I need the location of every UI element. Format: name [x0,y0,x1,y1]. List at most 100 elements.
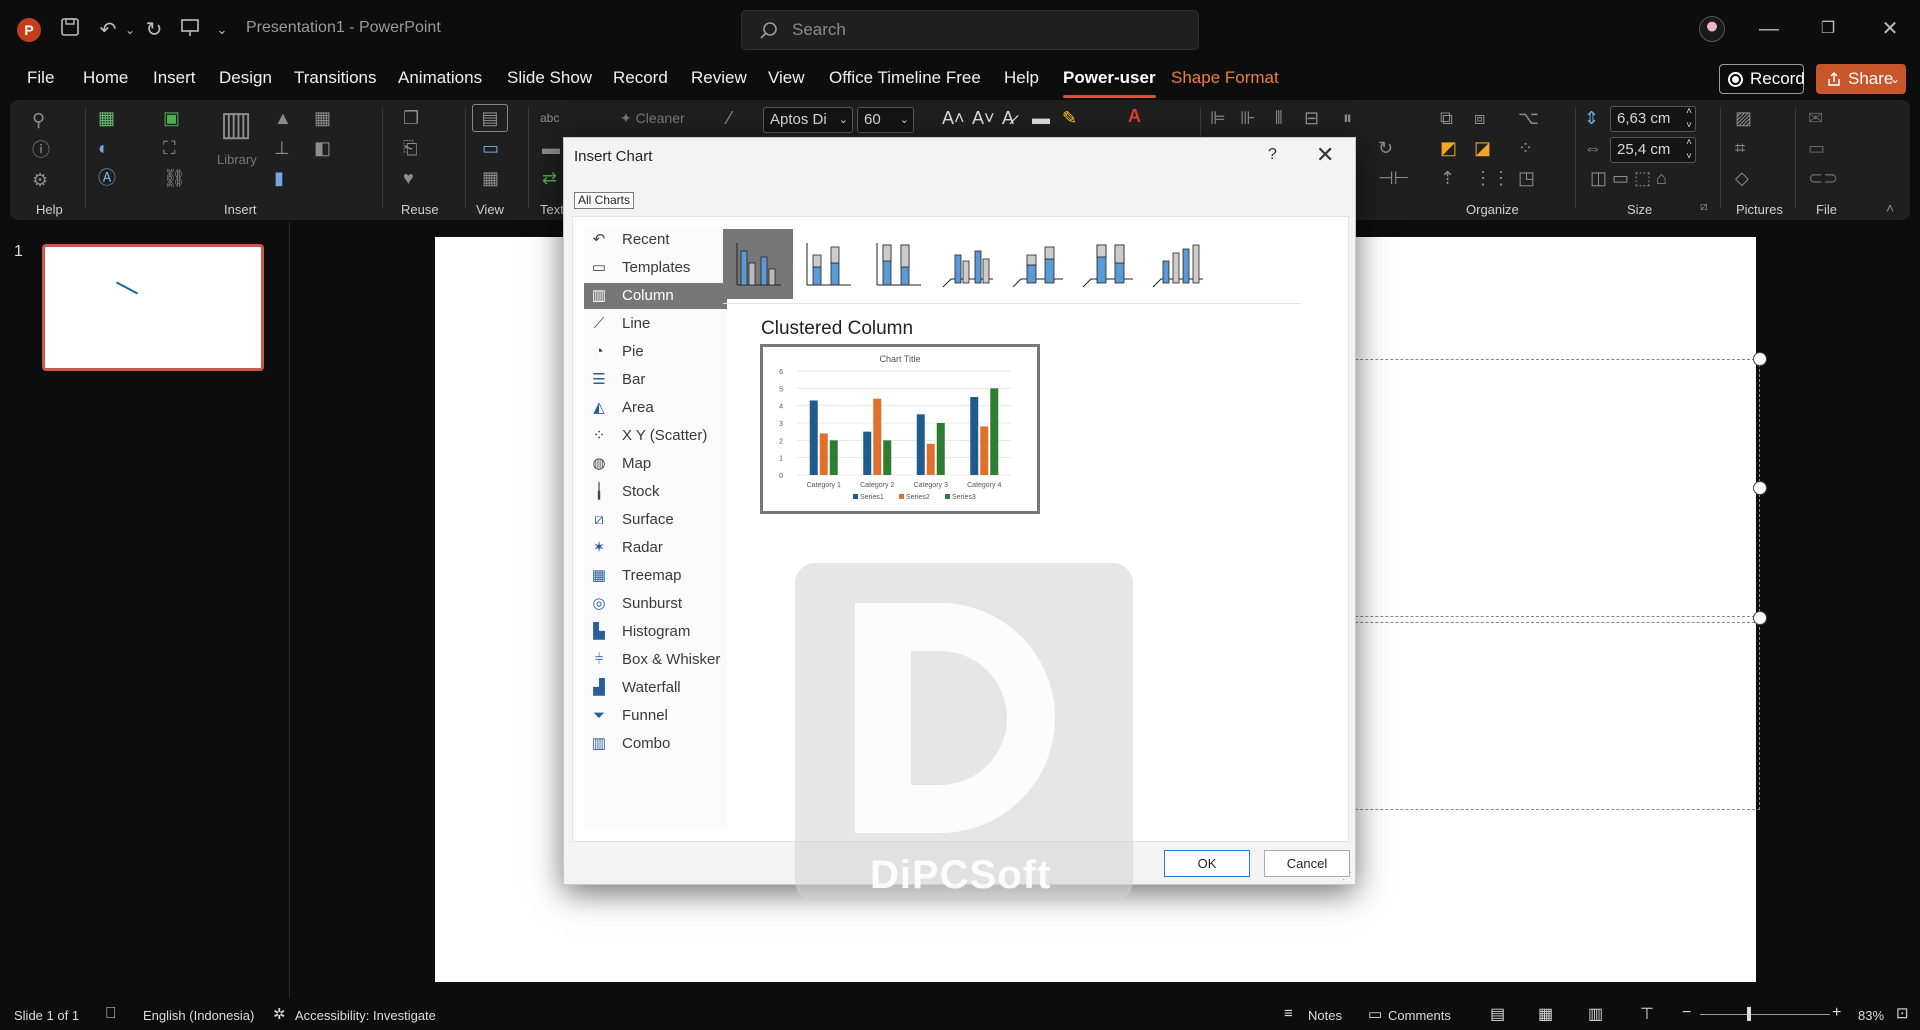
settings-icon[interactable]: ⚙ [32,170,48,190]
normal-view-icon[interactable]: ▤ [1490,1004,1505,1024]
chart-type-box-whisker[interactable]: ⫩ Box & Whisker [584,647,727,673]
rotate-icon[interactable]: ↻ [1378,138,1393,158]
tab-all-charts[interactable]: All Charts [574,192,635,209]
crop-icon[interactable]: ⌗ [1735,138,1745,158]
tab-help[interactable]: Help [1004,68,1039,88]
triangle-icon[interactable]: ▲ [274,108,292,128]
chart-icon[interactable]: ▮ [274,168,284,188]
resize-handle[interactable] [1753,611,1767,625]
zoom-slider-thumb[interactable] [1747,1007,1751,1021]
comments-button[interactable]: Comments [1388,1008,1451,1023]
subtype-stacked-column[interactable] [793,229,863,299]
size-launcher-icon[interactable]: ⧄ [1700,196,1708,216]
folder-icon[interactable]: ▭ [1808,138,1825,158]
tab-view[interactable]: View [768,68,805,88]
tab-review[interactable]: Review [691,68,747,88]
fit-slide-icon[interactable]: ⊡ [1896,1004,1909,1022]
tab-shape-format[interactable]: Shape Format [1171,68,1279,88]
screenshot-icon[interactable]: ⛶ [163,138,176,158]
chart-type-pie[interactable]: ◔ Pie [584,339,727,365]
reuse-slides-icon[interactable]: ❐ [403,108,419,128]
send-backward-icon[interactable]: ◪ [1474,138,1491,158]
tab-home[interactable]: Home [83,68,128,88]
ungroup-icon[interactable]: ⧈ [1474,108,1485,128]
shrink-font-icon[interactable]: A˅ [972,108,995,128]
tab-power-user[interactable]: Power-user [1063,68,1156,98]
chart-type-area[interactable]: ◭ Area [584,395,727,421]
tab-animations[interactable]: Animations [398,68,482,88]
record-button[interactable]: Record [1719,64,1805,94]
slide-view-icon[interactable]: ▭ [482,138,499,158]
font-color-icon[interactable]: A [1128,106,1141,126]
paste-icon[interactable]: ⎗ [403,138,417,158]
highlighter-icon[interactable]: ✎ [1062,108,1077,128]
align-left-icon[interactable]: ⊫ [1210,108,1226,128]
grid-table-icon[interactable]: ▦ [314,108,331,128]
align-right-icon[interactable]: ⊪ [1240,108,1256,128]
callout-icon[interactable]: ◧ [314,138,331,158]
dots-icon[interactable]: ⁘ [1518,138,1533,158]
textbox-icon[interactable]: Ⓐ [98,168,116,188]
format-painter-icon[interactable]: ⁄ [728,108,731,128]
spellcheck-icon[interactable]: ⎕ [106,1005,116,1023]
eraser-icon[interactable]: ◇ [1735,168,1749,188]
tab-file[interactable]: File [27,68,54,88]
tab-record[interactable]: Record [613,68,668,88]
chart-type-combo[interactable]: ▥ Combo [584,731,727,757]
mail-icon[interactable]: ✉ [1808,108,1823,128]
reading-view-icon[interactable]: ▥ [1588,1004,1603,1024]
chart-type-recent[interactable]: ↶ Recent [584,227,727,253]
normal-view-icon[interactable]: ▤ [472,104,508,132]
picture-icon[interactable]: ▨ [1735,108,1752,128]
spinner-icon[interactable]: ˄ ˅ [1686,105,1692,133]
subtype-3d-100-stacked-column[interactable] [1073,229,1143,299]
grid-icon[interactable]: ⋮⋮ [1474,168,1510,188]
wand-icon[interactable]: ⚲ [32,110,45,130]
spelling-icon[interactable]: abc [540,108,559,128]
shapes-icon[interactable]: ◐ [98,138,109,158]
spinner-icon[interactable]: ˄ ˅ [1686,136,1692,164]
font-name-box[interactable]: Aptos Di ⌄ [763,107,853,133]
zoom-out-icon[interactable]: − [1682,1004,1691,1022]
chart-type-surface[interactable]: ⧄ Surface [584,507,727,533]
language-status[interactable]: English (Indonesia) [143,1008,254,1023]
bring-forward-icon[interactable]: ◩ [1440,138,1457,158]
subtype-3d-column[interactable] [1143,229,1213,299]
chart-type-bar[interactable]: ☰ Bar [584,367,727,393]
minimize-icon[interactable]: — [1754,14,1784,44]
clear-formatting-icon[interactable]: A̷ [1002,108,1014,128]
library-icon[interactable]: ▥ [220,104,252,144]
translate-icon[interactable]: ⇄ [542,168,557,188]
attach-icon[interactable]: ⊂⊃ [1808,168,1838,188]
subtype-3d-clustered-column[interactable] [933,229,1003,299]
collapse-ribbon-icon[interactable]: ˄ [1886,198,1894,218]
close-icon[interactable]: ✕ [1316,142,1334,168]
chart-type-radar[interactable]: ✶ Radar [584,535,727,561]
sorter-view-icon[interactable]: ▦ [1538,1004,1553,1024]
customize-toolbar-icon[interactable]: ⌄ [208,16,236,44]
accessibility-status[interactable]: Accessibility: Investigate [295,1008,436,1023]
search-box[interactable] [741,10,1199,50]
chart-type-funnel[interactable]: ⏷ Funnel [584,703,727,729]
group-icon[interactable]: ⧉ [1440,108,1453,128]
chart-type-waterfall[interactable]: ▟ Waterfall [584,675,727,701]
save-icon[interactable] [56,16,84,44]
share-button[interactable]: Share ⌄ [1816,64,1906,94]
tab-insert[interactable]: Insert [153,68,196,88]
search-input[interactable] [792,19,1172,41]
redo-icon[interactable]: ↻ [140,16,168,44]
sorter-view-icon[interactable]: ▦ [482,168,499,188]
title-placeholder[interactable] [1305,359,1760,617]
stamp-icon[interactable]: ⊥ [274,138,290,158]
subtype-clustered-column[interactable] [723,229,793,299]
info-icon[interactable]: ⓘ [32,140,50,160]
zoom-level[interactable]: 83% [1858,1008,1884,1023]
tab-slide-show[interactable]: Slide Show [507,68,592,88]
notes-button[interactable]: Notes [1308,1008,1342,1023]
present-from-start-icon[interactable] [176,16,204,44]
resize-grip-icon[interactable]: ⋰ [1342,871,1352,882]
restore-icon[interactable]: ❐ [1813,14,1843,44]
chart-type-treemap[interactable]: ▦ Treemap [584,563,727,589]
avatar[interactable] [1699,16,1725,42]
chart-type-histogram[interactable]: ▙ Histogram [584,619,727,645]
